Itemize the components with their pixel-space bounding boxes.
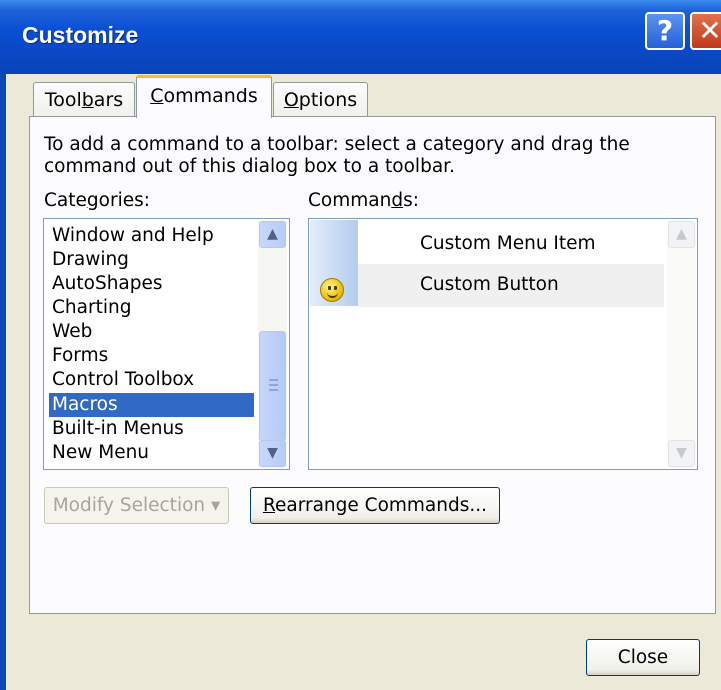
- categories-label: Categories:: [44, 190, 150, 211]
- rearrange-commands-label: Rearrange Commands...: [262, 495, 488, 516]
- category-item[interactable]: Forms: [49, 344, 254, 368]
- smiley-mouth: [327, 290, 338, 298]
- tab-toolbars-label: Toolbars: [44, 89, 124, 111]
- title-close-button[interactable]: ✕: [690, 12, 721, 50]
- command-item[interactable]: Custom Button: [358, 264, 664, 307]
- chevron-down-icon: ▼: [676, 445, 687, 461]
- command-item-label: Custom Button: [420, 274, 559, 295]
- category-item-selected[interactable]: Macros: [49, 393, 254, 417]
- grip-line: [269, 384, 278, 386]
- grip-line: [269, 389, 278, 391]
- grip-line: [269, 379, 278, 381]
- dropdown-arrow-icon: ▾: [211, 495, 221, 516]
- category-item[interactable]: AutoShapes: [49, 272, 254, 296]
- chevron-down-icon: ▼: [267, 445, 278, 461]
- chevron-up-icon: ▲: [676, 226, 687, 242]
- commands-scrollbar[interactable]: ▲ ▼: [667, 220, 696, 468]
- customize-dialog: Customize ? ✕ Toolbars Options Commands …: [0, 0, 721, 690]
- tab-commands[interactable]: Commands: [136, 75, 272, 118]
- categories-scrollbar[interactable]: ▲ ▼: [258, 220, 287, 468]
- scroll-down-button[interactable]: ▼: [668, 440, 695, 467]
- commands-label: Commands:: [308, 190, 419, 211]
- tab-options-label: Options: [283, 89, 358, 111]
- tab-options[interactable]: Options: [273, 82, 368, 117]
- category-item[interactable]: Charting: [49, 296, 254, 320]
- category-item[interactable]: Web: [49, 320, 254, 344]
- category-item[interactable]: Built-in Menus: [49, 417, 254, 441]
- command-item[interactable]: Custom Menu Item: [358, 222, 664, 265]
- instructions-text: To add a command to a toolbar: select a …: [44, 134, 630, 177]
- dialog-title: Customize: [22, 22, 139, 48]
- modify-selection-button[interactable]: Modify Selection ▾: [44, 487, 229, 524]
- tab-toolbars[interactable]: Toolbars: [33, 82, 135, 117]
- tab-commands-label: Commands: [150, 85, 258, 107]
- title-bar[interactable]: Customize ? ✕: [0, 0, 721, 74]
- category-item[interactable]: Control Toolbox: [49, 368, 254, 392]
- close-button[interactable]: Close: [586, 639, 700, 676]
- category-item[interactable]: Window and Help: [49, 224, 254, 248]
- command-item-label: Custom Menu Item: [420, 233, 596, 254]
- help-button[interactable]: ?: [645, 12, 685, 50]
- window-frame: [0, 74, 6, 690]
- smiley-icon: [320, 278, 344, 302]
- help-icon: ?: [656, 14, 674, 47]
- category-item[interactable]: New Menu: [49, 441, 254, 465]
- scroll-up-button[interactable]: ▲: [668, 221, 695, 248]
- scroll-up-button[interactable]: ▲: [259, 221, 286, 248]
- categories-listbox[interactable]: Window and Help Drawing AutoShapes Chart…: [43, 218, 290, 470]
- category-item[interactable]: Drawing: [49, 248, 254, 272]
- scroll-down-button[interactable]: ▼: [259, 440, 286, 467]
- close-icon: ✕: [698, 14, 721, 47]
- modify-selection-label: Modify Selection: [52, 495, 206, 516]
- scroll-thumb[interactable]: [259, 331, 286, 441]
- close-button-label: Close: [617, 647, 669, 668]
- rearrange-commands-button[interactable]: Rearrange Commands...: [250, 487, 500, 524]
- chevron-up-icon: ▲: [267, 226, 278, 242]
- commands-listbox[interactable]: Custom Menu Item Custom Button ▲ ▼: [308, 218, 698, 470]
